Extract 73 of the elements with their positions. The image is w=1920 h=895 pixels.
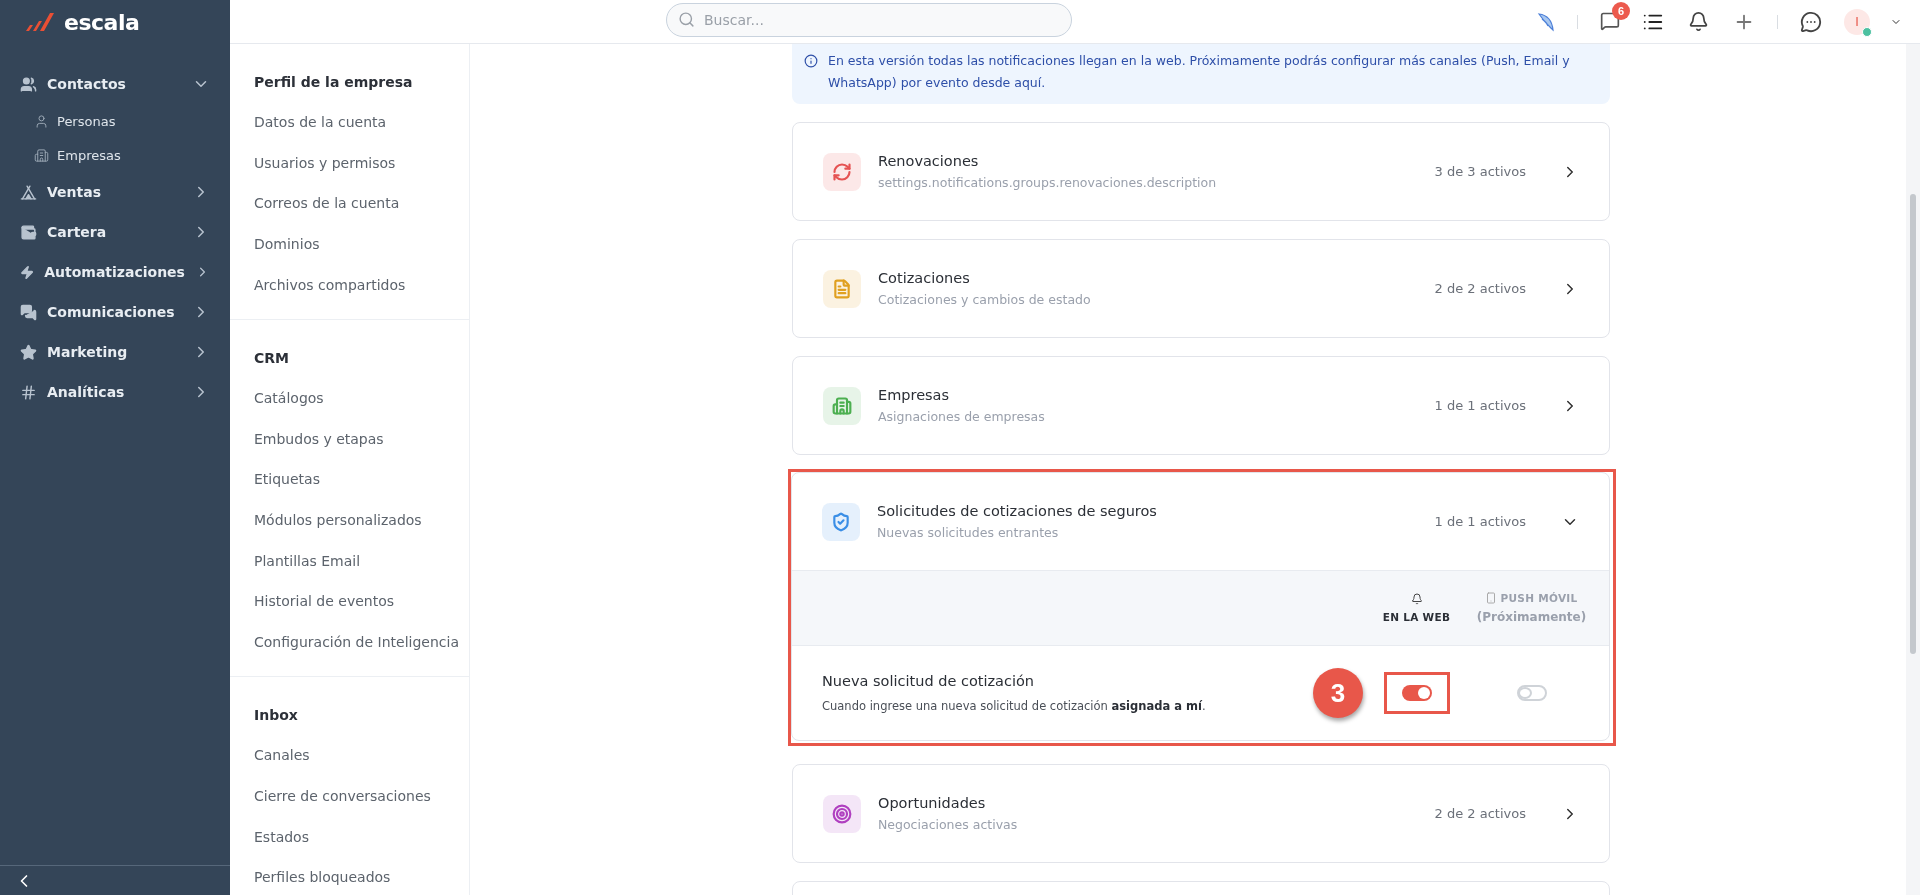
settings-link[interactable]: Datos de la cuenta	[254, 102, 469, 143]
search-icon	[678, 11, 695, 28]
sidebar-item[interactable]: Ventas	[0, 172, 230, 212]
sidebar-subitem[interactable]: Personas	[0, 104, 230, 138]
group-title: Solicitudes de cotizaciones de seguros	[877, 503, 1158, 519]
user-avatar[interactable]: I	[1844, 8, 1870, 35]
nav-section-title: Perfil de la empresa	[254, 73, 414, 92]
group-title: Empresas	[878, 387, 951, 403]
event-title: Nueva solicitud de cotización	[822, 673, 1036, 689]
settings-link[interactable]: Estados	[254, 816, 469, 857]
toggle-switch[interactable]	[1516, 685, 1547, 701]
sidebar-item-icon	[20, 75, 37, 93]
active-count: 1 de 1 activos	[1434, 514, 1526, 529]
bell-icon	[1410, 593, 1423, 605]
sidebar-item-icon	[20, 383, 37, 401]
group-title: Renovaciones	[878, 153, 980, 169]
sidebar-subitem-icon	[34, 113, 49, 129]
sidebar-item[interactable]: Cartera	[0, 212, 230, 252]
settings-link[interactable]: Dominios	[254, 223, 469, 265]
group-title: Cotizaciones	[878, 270, 971, 286]
scrollbar[interactable]	[1906, 44, 1920, 895]
sidebar-item-icon	[20, 263, 35, 281]
settings-link[interactable]: Embudos y etapas	[254, 418, 469, 460]
settings-link[interactable]: Configuración de Inteligencia	[254, 621, 469, 663]
settings-link[interactable]: Perfiles bloqueados	[254, 856, 469, 895]
messages-button[interactable]: 6	[1598, 1, 1630, 33]
group-title: Oportunidades	[878, 795, 987, 811]
sidebar-subitem[interactable]: Empresas	[0, 138, 230, 172]
group-description: Nuevas solicitudes entrantes	[877, 525, 1060, 540]
feather-logo-icon[interactable]	[1535, 10, 1557, 33]
sidebar-item[interactable]: Comunicaciones	[0, 292, 230, 332]
sidebar-item-icon	[20, 223, 37, 241]
column-label: PUSH MÓVIL	[1500, 592, 1578, 604]
info-icon	[804, 54, 818, 68]
group-description: Asignaciones de empresas	[878, 409, 1046, 424]
event-description: Cuando ingrese una nueva solicitud de cotización asignada a mí.	[822, 699, 1207, 713]
active-count: 1 de 1 activos	[1434, 398, 1526, 413]
brand-logo[interactable]: escala	[64, 9, 140, 35]
sidebar-item-icon	[20, 303, 37, 321]
column-note: (Próximamente)	[1476, 610, 1587, 624]
chat-bubble-icon	[1600, 10, 1620, 31]
search-field[interactable]: Buscar...	[666, 3, 1072, 37]
settings-link[interactable]: Correos de la cuenta	[254, 183, 469, 224]
nav-section-title: CRM	[254, 348, 290, 368]
sidebar-item-icon	[20, 343, 37, 361]
active-count: 3 de 3 activos	[1434, 164, 1526, 179]
step-marker: 3	[1313, 668, 1363, 718]
sidebar-item[interactable]: Automatizaciones	[0, 252, 230, 292]
settings-link[interactable]: Historial de eventos	[254, 580, 469, 622]
phone-icon	[1485, 592, 1498, 604]
settings-link[interactable]: Catálogos	[254, 377, 469, 419]
column-label: EN LA WEB	[1382, 611, 1451, 623]
sidebar-item[interactable]: Analíticas	[0, 372, 230, 412]
active-count: 2 de 2 activos	[1434, 806, 1526, 821]
settings-link[interactable]: Usuarios y permisos	[254, 142, 469, 184]
toggle-switch[interactable]	[1401, 685, 1432, 701]
settings-link[interactable]: Canales	[254, 735, 469, 776]
sidebar-item[interactable]: Contactos	[0, 64, 230, 104]
settings-link[interactable]: Etiquetas	[254, 459, 469, 500]
sidebar-subitem-icon	[34, 147, 49, 163]
settings-link[interactable]: Archivos compartidos	[254, 264, 469, 305]
sidebar-item[interactable]: Marketing	[0, 332, 230, 372]
group-description: settings.notifications.groups.renovaciones.description	[878, 175, 1218, 190]
group-description: Cotizaciones y cambios de estado	[878, 292, 1092, 307]
group-description: Negociaciones activas	[878, 817, 1019, 832]
settings-link[interactable]: Módulos personalizados	[254, 499, 469, 541]
active-count: 2 de 2 activos	[1434, 281, 1526, 296]
sidebar-item-icon	[20, 183, 37, 201]
notification-badge: 6	[1612, 1, 1630, 20]
info-text: En esta versión todas las notificaciones llegan en la web. Próximamente podrás configurar más canales (Push, Email y WhatsApp) por evento desde aquí.	[828, 52, 1571, 92]
settings-link[interactable]: Cierre de conversaciones	[254, 775, 469, 817]
settings-link[interactable]: Plantillas Email	[254, 540, 469, 581]
nav-section-title: Inbox	[254, 706, 299, 726]
